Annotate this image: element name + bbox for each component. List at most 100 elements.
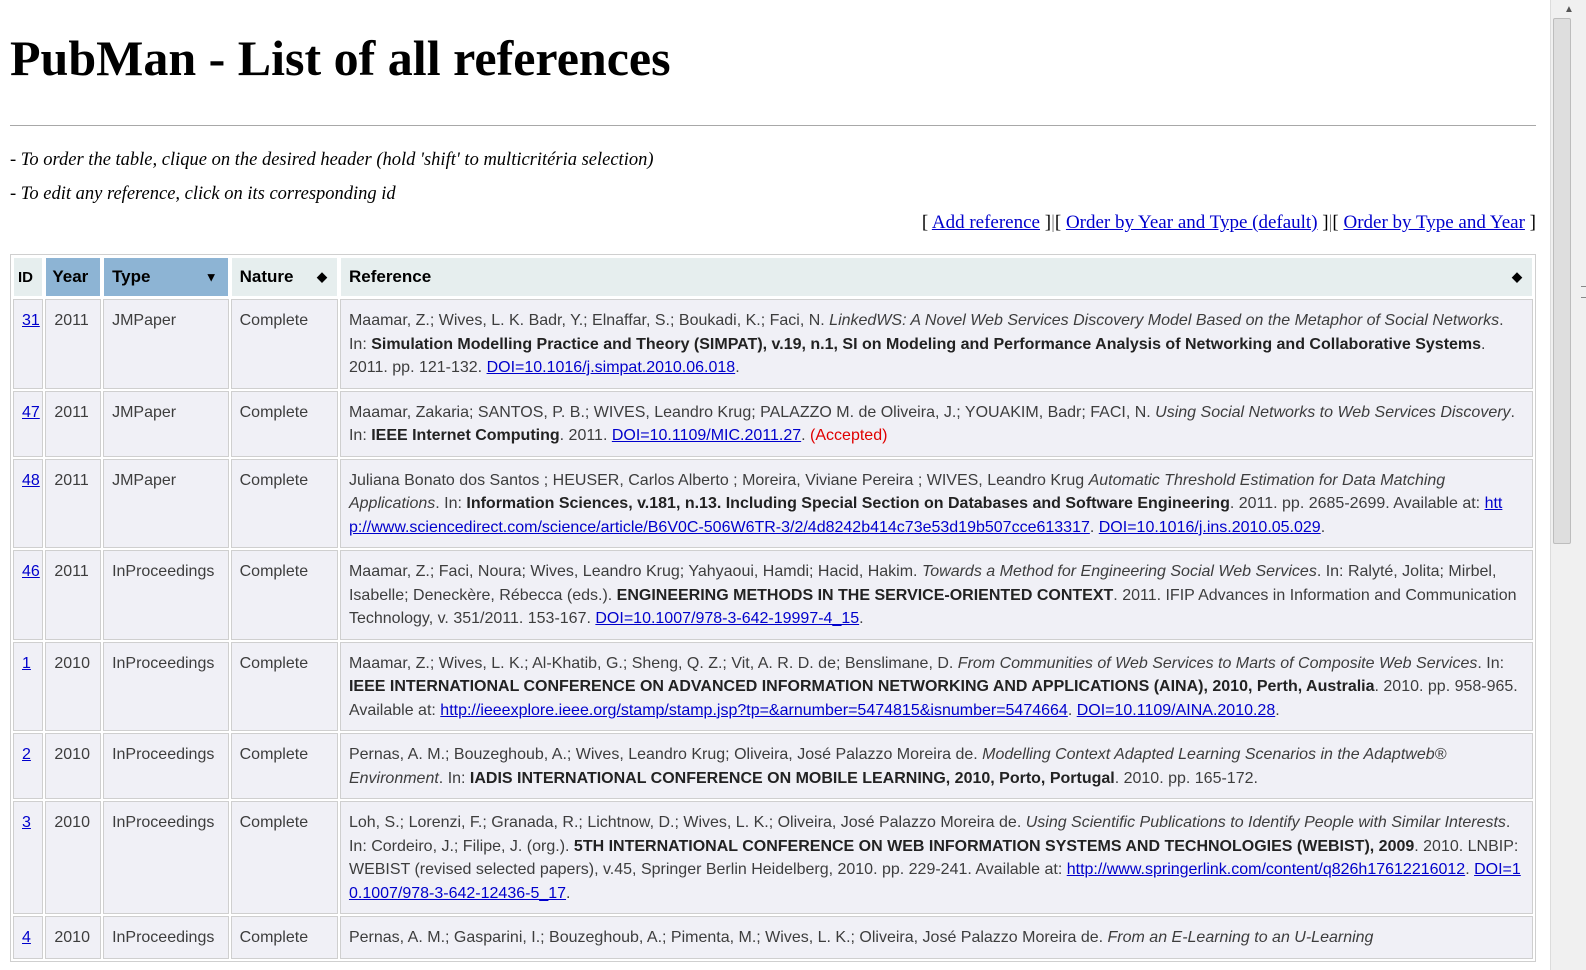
- cell-id: 31: [13, 299, 44, 389]
- page-title: PubMan - List of all references: [10, 30, 671, 86]
- cell-id: 46: [13, 550, 44, 640]
- ref-url-label: Available at:: [975, 861, 1067, 878]
- header-year-label: Year: [52, 267, 89, 286]
- instruction-order: - To order the table, clique on the desi…: [10, 150, 654, 170]
- ref-authors: Maamar, Z.; Faci, Noura; Wives, Leandro …: [348, 563, 922, 580]
- ref-details: . 2011. pp. 2685-2699.: [1229, 495, 1394, 512]
- ref-doi-link[interactable]: DOI=10.1109/AINA.2010.28: [1077, 702, 1276, 719]
- cell-type: JMPaper: [103, 458, 229, 548]
- ref-title: Using Scientific Publications to Identif…: [1025, 814, 1506, 831]
- ref-tail: .: [859, 610, 864, 627]
- ref-details: . 2010. pp. 958-965.: [1374, 678, 1518, 695]
- cell-id: 3: [13, 801, 44, 914]
- scroll-thumb[interactable]: [1553, 18, 1571, 544]
- cell-nature: Complete: [230, 458, 338, 548]
- ref-url-label: Available at:: [1393, 495, 1485, 512]
- action-links: [ Add reference ]|[ Order by Year and Ty…: [921, 212, 1536, 233]
- cell-year-value: 2011: [54, 563, 89, 580]
- cell-year-value: 2010: [54, 814, 90, 831]
- cell-year: 2010: [45, 733, 102, 799]
- cell-nature-value: Complete: [239, 654, 309, 672]
- cell-nature-value: Complete: [239, 563, 309, 580]
- cell-reference: Loh, S.; Lorenzi, F.; Granada, R.; Licht…: [339, 801, 1533, 914]
- cell-year: 2011: [45, 550, 102, 640]
- table-row: 48 2011 JMPaper Complete Juliana Bonato dos …: [13, 458, 1533, 548]
- cell-id: 2: [13, 733, 44, 799]
- cell-id-value[interactable]: 2: [22, 746, 31, 763]
- table-row: 46 2011 InProceedings Complete Maamar, Z.; F…: [13, 550, 1533, 640]
- cell-id-value[interactable]: 31: [22, 312, 40, 329]
- cell-year: 2011: [45, 458, 102, 548]
- cell-nature: Complete: [230, 299, 338, 389]
- ref-venue: IEEE Internet Computing: [371, 427, 560, 444]
- ref-title: From Communities of Web Services to Mart…: [957, 654, 1478, 672]
- ref-doi-link[interactable]: DOI=10.1007/978-3-642-19997-4_15: [595, 610, 859, 627]
- cell-id-value[interactable]: 3: [22, 814, 31, 831]
- cell-type: InProceedings: [103, 733, 229, 799]
- cell-reference: Pernas, A. M.; Bouzeghoub, A.; Wives, Le…: [339, 733, 1533, 799]
- header-nature-label: Nature: [239, 267, 294, 286]
- cell-type-value: InProceedings: [112, 929, 215, 946]
- cell-nature: Complete: [230, 801, 338, 914]
- ref-tail: .: [1320, 518, 1326, 536]
- add-reference-link[interactable]: Add reference: [932, 212, 1040, 233]
- cell-year: 2011: [45, 299, 102, 389]
- ref-venue: Information Sciences, v.181, n.13. Inclu…: [466, 495, 1230, 512]
- ref-tail: .: [801, 427, 811, 444]
- cell-id: 48: [13, 458, 44, 548]
- cell-type-value: InProceedings: [112, 814, 215, 831]
- cell-year-value: 2010: [54, 654, 90, 672]
- ref-title: Towards a Method for Engineering Social …: [921, 563, 1317, 580]
- header-nature[interactable]: Nature ◆: [230, 257, 338, 297]
- instruction-edit: - To edit any reference, click on its co…: [10, 184, 396, 204]
- header-id[interactable]: ID: [13, 257, 44, 297]
- cell-type: InProceedings: [103, 801, 229, 914]
- vertical-scrollbar[interactable]: ▲: [1550, 0, 1586, 970]
- ref-doi-link[interactable]: DOI=10.1109/MIC.2011.27: [612, 427, 801, 444]
- ref-doi-link[interactable]: DOI=10.1016/j.ins.2010.05.029: [1099, 519, 1321, 536]
- cell-nature-value: Complete: [239, 471, 309, 489]
- references-table: ID Year Type ▼ Nature ◆ Reference ◆ 31 2…: [10, 254, 1536, 962]
- header-reference[interactable]: Reference ◆: [339, 257, 1533, 297]
- cell-nature-value: Complete: [239, 403, 309, 421]
- cell-id-value[interactable]: 4: [22, 929, 31, 946]
- order-type-year-link[interactable]: Order by Type and Year: [1344, 212, 1525, 233]
- cell-type: InProceedings: [103, 641, 229, 731]
- pubman-page: PubMan - List of all references - To ord…: [0, 0, 1550, 970]
- cell-id-value[interactable]: 46: [22, 563, 40, 580]
- order-year-type-link[interactable]: Order by Year and Type (default): [1066, 212, 1318, 233]
- cell-type: JMPaper: [103, 390, 229, 457]
- cell-year-value: 2010: [54, 929, 90, 946]
- cell-reference: Pernas, A. M.; Gasparini, I.; Bouzeghoub…: [339, 916, 1533, 959]
- cell-type-value: JMPaper: [112, 312, 177, 329]
- cell-id-value[interactable]: 48: [22, 472, 40, 489]
- cell-nature: Complete: [230, 733, 338, 799]
- cell-reference: Maamar, Zakaria; SANTOS, P. B.; WIVES, L…: [339, 390, 1533, 457]
- cell-type: JMPaper: [103, 299, 229, 389]
- cell-id-value[interactable]: 47: [22, 404, 40, 421]
- table-row: 47 2011 JMPaper Complete Maamar, Zakaria; SA…: [13, 390, 1533, 457]
- ref-authors: Maamar, Z.; Wives, L. K. Badr, Y.; Elnaf…: [348, 312, 830, 329]
- ref-authors: Pernas, A. M.; Bouzeghoub, A.; Wives, Le…: [348, 746, 983, 763]
- ref-in: . In:: [435, 495, 467, 512]
- scroll-up-arrow-icon[interactable]: ▲: [1551, 0, 1586, 18]
- cell-type-value: JMPaper: [112, 471, 177, 489]
- cell-year-value: 2011: [54, 471, 89, 489]
- scroll-grip-icon: [1581, 286, 1586, 298]
- ref-authors: Maamar, Z.; Wives, L. K.; Al-Khatib, G.;…: [348, 654, 958, 672]
- ref-url-sep: .: [1465, 861, 1475, 878]
- cell-year: 2011: [45, 390, 102, 457]
- table-row: 4 2010 InProceedings Complete Pernas, A. M.;…: [13, 916, 1533, 959]
- ref-url-sep: .: [1067, 701, 1077, 719]
- ref-url-link[interactable]: http://ieeexplore.ieee.org/stamp/stamp.j…: [440, 702, 1068, 719]
- ref-url-label: Available at:: [348, 701, 441, 719]
- cell-year: 2010: [45, 641, 102, 731]
- ref-url-link[interactable]: http://www.springerlink.com/content/q826…: [1067, 861, 1465, 878]
- header-year[interactable]: Year: [45, 257, 102, 297]
- cell-reference: Maamar, Z.; Wives, L. K.; Al-Khatib, G.;…: [339, 641, 1533, 731]
- cell-id-value[interactable]: 1: [22, 655, 31, 672]
- header-type[interactable]: Type ▼: [103, 257, 229, 297]
- header-id-label: ID: [18, 268, 33, 286]
- ref-doi-link[interactable]: DOI=10.1016/j.simpat.2010.06.018: [487, 359, 736, 376]
- cell-nature-value: Complete: [239, 746, 309, 763]
